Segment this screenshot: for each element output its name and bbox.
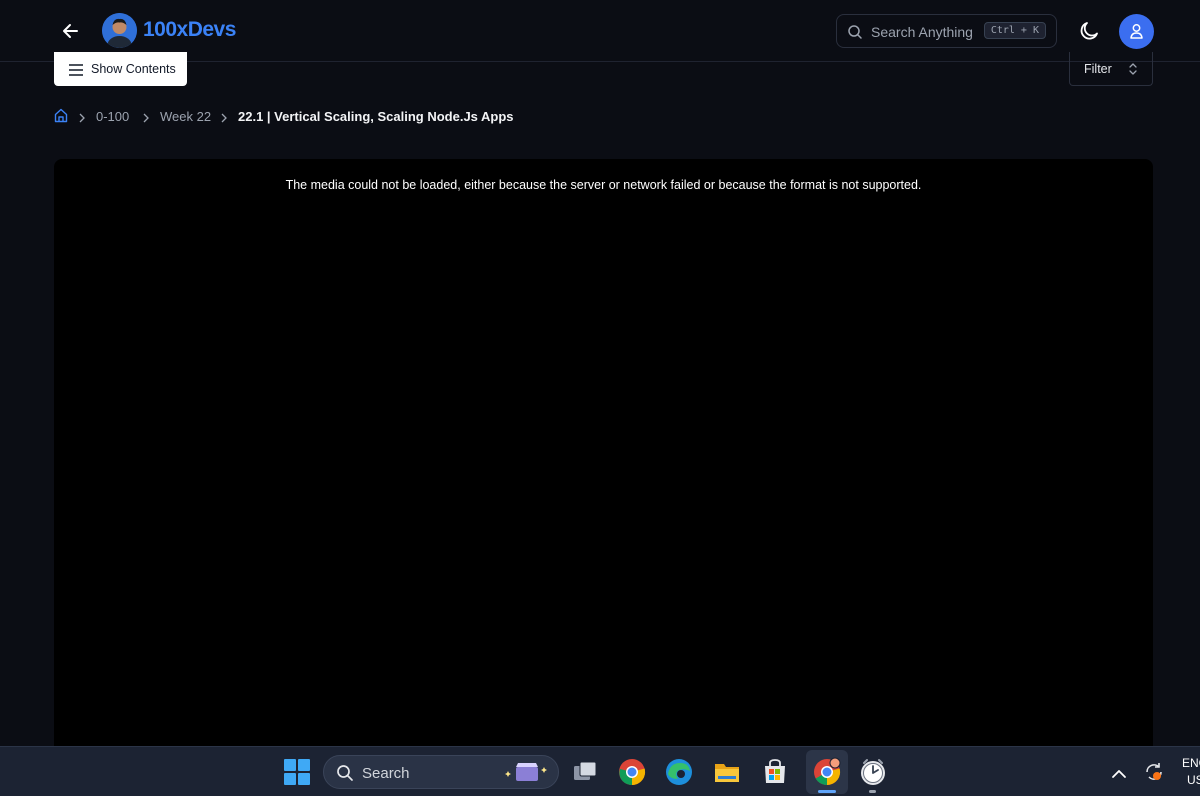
- taskbar: Search EN US: [0, 746, 1200, 796]
- moon-icon[interactable]: [1077, 19, 1101, 43]
- chevron-up-icon[interactable]: [1111, 766, 1127, 784]
- chevron-right-icon: [143, 111, 149, 126]
- taskbar-search[interactable]: Search: [323, 755, 559, 789]
- language-indicator[interactable]: ENG: [1182, 756, 1200, 770]
- chevron-right-icon: [221, 111, 227, 126]
- edge-icon[interactable]: [664, 757, 694, 787]
- breadcrumb-current: 22.1 | Vertical Scaling, Scaling Node.Js…: [238, 109, 514, 124]
- user-icon: [1130, 24, 1143, 39]
- video-player[interactable]: The media could not be loaded, either be…: [54, 159, 1153, 759]
- microsoft-store-icon[interactable]: [760, 757, 790, 787]
- shortcut-badge: Ctrl + K: [983, 22, 1046, 39]
- chrome-profile-icon[interactable]: [812, 757, 842, 787]
- home-icon[interactable]: [54, 108, 68, 126]
- breadcrumb-item[interactable]: 0-100: [96, 109, 129, 124]
- show-contents-button[interactable]: Show Contents: [54, 52, 187, 86]
- taskbar-search-label: Search: [362, 765, 410, 782]
- filter-select[interactable]: Filter: [1069, 52, 1153, 86]
- breadcrumb-item[interactable]: Week 22: [160, 109, 211, 124]
- running-indicator: [869, 790, 876, 793]
- file-explorer-icon[interactable]: [712, 757, 742, 787]
- search-highlight-icon: [504, 762, 552, 789]
- logo-avatar[interactable]: [102, 13, 137, 48]
- clock-app-icon[interactable]: [858, 757, 888, 787]
- language-region[interactable]: US: [1187, 773, 1200, 787]
- chevron-up-down-icon: [1128, 62, 1138, 81]
- running-indicator: [818, 790, 836, 793]
- chrome-icon[interactable]: [617, 757, 647, 787]
- search-input[interactable]: Search Anything Ctrl + K: [836, 14, 1057, 48]
- menu-icon: [69, 63, 83, 81]
- start-icon[interactable]: [282, 757, 312, 787]
- sync-update-icon[interactable]: [1143, 761, 1165, 788]
- arrow-left-icon[interactable]: [60, 20, 82, 42]
- show-contents-label: Show Contents: [91, 62, 176, 76]
- media-error-message: The media could not be loaded, either be…: [285, 178, 922, 192]
- search-placeholder: Search Anything: [871, 24, 973, 40]
- search-icon: [336, 764, 354, 787]
- chevron-right-icon: [79, 111, 85, 126]
- brand-name[interactable]: 100xDevs: [143, 18, 236, 42]
- filter-label: Filter: [1084, 62, 1112, 76]
- task-view-icon[interactable]: [570, 757, 600, 787]
- search-icon: [847, 24, 863, 40]
- user-avatar-button[interactable]: [1119, 14, 1154, 49]
